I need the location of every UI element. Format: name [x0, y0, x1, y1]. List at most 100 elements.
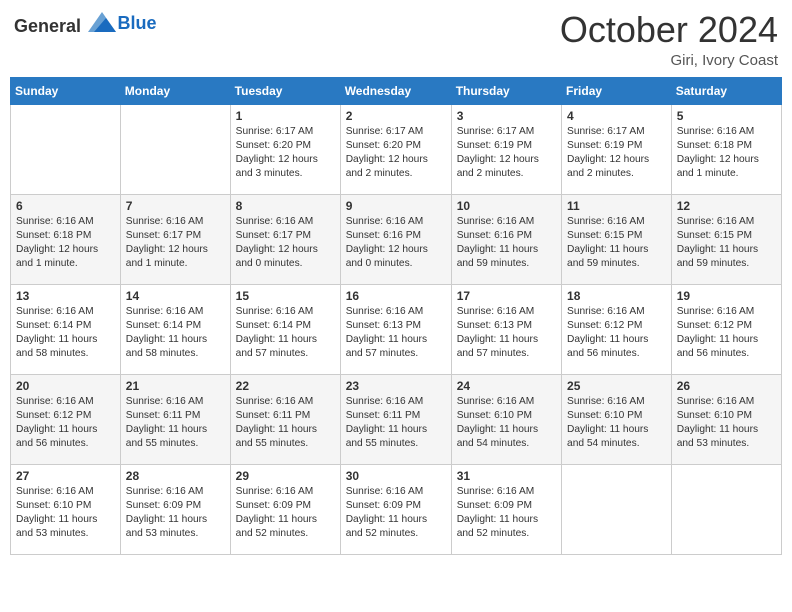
calendar-cell: 26 Sunrise: 6:16 AMSunset: 6:10 PMDayligh… — [671, 374, 781, 464]
cell-info: Sunrise: 6:16 AMSunset: 6:17 PMDaylight:… — [126, 215, 225, 272]
calendar-cell — [11, 104, 121, 194]
weekday-header-friday: Friday — [562, 77, 672, 104]
weekday-header-saturday: Saturday — [671, 77, 781, 104]
cell-info: Sunrise: 6:16 AMSunset: 6:09 PMDaylight:… — [236, 485, 335, 542]
day-number: 30 — [346, 469, 446, 483]
day-number: 4 — [567, 109, 666, 123]
week-row-0: 1 Sunrise: 6:17 AMSunset: 6:20 PMDaylight… — [11, 104, 782, 194]
day-number: 5 — [677, 109, 776, 123]
cell-info: Sunrise: 6:16 AMSunset: 6:12 PMDaylight:… — [567, 305, 666, 362]
cell-info: Sunrise: 6:16 AMSunset: 6:18 PMDaylight:… — [16, 215, 115, 272]
calendar-cell: 12Sunrise: 6:16 AMSunset: 6:15 PMDayligh… — [671, 194, 781, 284]
cell-info: Sunrise: 6:16 AMSunset: 6:13 PMDaylight:… — [346, 305, 446, 362]
calendar-cell: 15 Sunrise: 6:16 AMSunset: 6:14 PMDayligh… — [230, 284, 340, 374]
week-row-1: 6Sunrise: 6:16 AMSunset: 6:18 PMDaylight… — [11, 194, 782, 284]
cell-info: Sunrise: 6:16 AMSunset: 6:11 PMDaylight:… — [346, 395, 446, 452]
cell-info: Sunrise: 6:16 AMSunset: 6:14 PMDaylight:… — [236, 305, 335, 362]
cell-info: Sunrise: 6:16 AMSunset: 6:16 PMDaylight:… — [457, 215, 556, 272]
weekday-header-monday: Monday — [120, 77, 230, 104]
calendar-cell: 3Sunrise: 6:17 AMSunset: 6:19 PMDaylight… — [451, 104, 561, 194]
day-number: 23 — [346, 379, 446, 393]
day-number: 1 — [236, 109, 335, 123]
cell-info: Sunrise: 6:16 AMSunset: 6:10 PMDaylight:… — [16, 485, 115, 542]
cell-info: Sunrise: 6:16 AMSunset: 6:17 PMDaylight:… — [236, 215, 335, 272]
day-number: 8 — [236, 199, 335, 213]
cell-info: Sunrise: 6:16 AMSunset: 6:11 PMDaylight:… — [236, 395, 335, 452]
day-number: 10 — [457, 199, 556, 213]
calendar-cell: 29Sunrise: 6:16 AMSunset: 6:09 PMDayligh… — [230, 464, 340, 554]
calendar-cell: 19 Sunrise: 6:16 AMSunset: 6:12 PMDayligh… — [671, 284, 781, 374]
calendar-cell — [562, 464, 672, 554]
calendar-cell: 11 Sunrise: 6:16 AMSunset: 6:15 PMDayligh… — [562, 194, 672, 284]
day-number: 22 — [236, 379, 335, 393]
calendar-cell: 10 Sunrise: 6:16 AMSunset: 6:16 PMDayligh… — [451, 194, 561, 284]
calendar-cell: 23 Sunrise: 6:16 AMSunset: 6:11 PMDayligh… — [340, 374, 451, 464]
day-number: 27 — [16, 469, 115, 483]
cell-info: Sunrise: 6:16 AMSunset: 6:12 PMDaylight:… — [677, 305, 776, 362]
day-number: 15 — [236, 289, 335, 303]
calendar-cell: 20Sunrise: 6:16 AMSunset: 6:12 PMDayligh… — [11, 374, 121, 464]
day-number: 3 — [457, 109, 556, 123]
cell-info: Sunrise: 6:16 AMSunset: 6:10 PMDaylight:… — [457, 395, 556, 452]
weekday-header-sunday: Sunday — [11, 77, 121, 104]
cell-info: Sunrise: 6:16 AMSunset: 6:10 PMDaylight:… — [677, 395, 776, 452]
day-number: 21 — [126, 379, 225, 393]
cell-info: Sunrise: 6:16 AMSunset: 6:09 PMDaylight:… — [126, 485, 225, 542]
day-number: 26 — [677, 379, 776, 393]
calendar-cell: 13 Sunrise: 6:16 AMSunset: 6:14 PMDayligh… — [11, 284, 121, 374]
day-number: 9 — [346, 199, 446, 213]
day-number: 24 — [457, 379, 556, 393]
calendar-cell: 14 Sunrise: 6:16 AMSunset: 6:14 PMDayligh… — [120, 284, 230, 374]
cell-info: Sunrise: 6:17 AMSunset: 6:20 PMDaylight:… — [346, 125, 446, 182]
cell-info: Sunrise: 6:16 AMSunset: 6:13 PMDaylight:… — [457, 305, 556, 362]
day-number: 16 — [346, 289, 446, 303]
weekday-header-wednesday: Wednesday — [340, 77, 451, 104]
calendar-cell: 24 Sunrise: 6:16 AMSunset: 6:10 PMDayligh… — [451, 374, 561, 464]
calendar-cell: 17Sunrise: 6:16 AMSunset: 6:13 PMDayligh… — [451, 284, 561, 374]
week-row-4: 27 Sunrise: 6:16 AMSunset: 6:10 PMDayligh… — [11, 464, 782, 554]
cell-info: Sunrise: 6:16 AMSunset: 6:14 PMDaylight:… — [16, 305, 115, 362]
calendar-cell: 25 Sunrise: 6:16 AMSunset: 6:10 PMDayligh… — [562, 374, 672, 464]
day-number: 12 — [677, 199, 776, 213]
calendar-cell: 1 Sunrise: 6:17 AMSunset: 6:20 PMDaylight… — [230, 104, 340, 194]
cell-info: Sunrise: 6:16 AMSunset: 6:18 PMDaylight:… — [677, 125, 776, 182]
weekday-header-row: SundayMondayTuesdayWednesdayThursdayFrid… — [11, 77, 782, 104]
calendar-cell: 16 Sunrise: 6:16 AMSunset: 6:13 PMDayligh… — [340, 284, 451, 374]
month-title: October 2024 — [560, 10, 778, 50]
week-row-3: 20Sunrise: 6:16 AMSunset: 6:12 PMDayligh… — [11, 374, 782, 464]
location-title: Giri, Ivory Coast — [560, 52, 778, 69]
logo-icon — [88, 10, 116, 32]
calendar-cell: 2 Sunrise: 6:17 AMSunset: 6:20 PMDaylight… — [340, 104, 451, 194]
day-number: 14 — [126, 289, 225, 303]
calendar-cell: 31Sunrise: 6:16 AMSunset: 6:09 PMDayligh… — [451, 464, 561, 554]
cell-info: Sunrise: 6:17 AMSunset: 6:20 PMDaylight:… — [236, 125, 335, 182]
calendar-cell: 5 Sunrise: 6:16 AMSunset: 6:18 PMDaylight… — [671, 104, 781, 194]
weekday-header-tuesday: Tuesday — [230, 77, 340, 104]
logo-blue-text: Blue — [118, 13, 157, 33]
calendar-cell: 22 Sunrise: 6:16 AMSunset: 6:11 PMDayligh… — [230, 374, 340, 464]
weekday-header-thursday: Thursday — [451, 77, 561, 104]
calendar-cell: 9 Sunrise: 6:16 AMSunset: 6:16 PMDaylight… — [340, 194, 451, 284]
calendar-cell — [671, 464, 781, 554]
day-number: 19 — [677, 289, 776, 303]
cell-info: Sunrise: 6:16 AMSunset: 6:15 PMDaylight:… — [567, 215, 666, 272]
calendar-cell: 6Sunrise: 6:16 AMSunset: 6:18 PMDaylight… — [11, 194, 121, 284]
cell-info: Sunrise: 6:16 AMSunset: 6:10 PMDaylight:… — [567, 395, 666, 452]
day-number: 28 — [126, 469, 225, 483]
calendar-cell: 27 Sunrise: 6:16 AMSunset: 6:10 PMDayligh… — [11, 464, 121, 554]
week-row-2: 13 Sunrise: 6:16 AMSunset: 6:14 PMDayligh… — [11, 284, 782, 374]
header: General Blue October 2024 Giri, Ivory Co… — [10, 10, 782, 69]
title-area: October 2024 Giri, Ivory Coast — [560, 10, 778, 69]
calendar-cell: 30 Sunrise: 6:16 AMSunset: 6:09 PMDayligh… — [340, 464, 451, 554]
day-number: 13 — [16, 289, 115, 303]
day-number: 25 — [567, 379, 666, 393]
day-number: 11 — [567, 199, 666, 213]
cell-info: Sunrise: 6:16 AMSunset: 6:14 PMDaylight:… — [126, 305, 225, 362]
cell-info: Sunrise: 6:16 AMSunset: 6:16 PMDaylight:… — [346, 215, 446, 272]
calendar-cell: 7 Sunrise: 6:16 AMSunset: 6:17 PMDaylight… — [120, 194, 230, 284]
cell-info: Sunrise: 6:17 AMSunset: 6:19 PMDaylight:… — [567, 125, 666, 182]
day-number: 2 — [346, 109, 446, 123]
day-number: 20 — [16, 379, 115, 393]
day-number: 7 — [126, 199, 225, 213]
cell-info: Sunrise: 6:16 AMSunset: 6:09 PMDaylight:… — [346, 485, 446, 542]
